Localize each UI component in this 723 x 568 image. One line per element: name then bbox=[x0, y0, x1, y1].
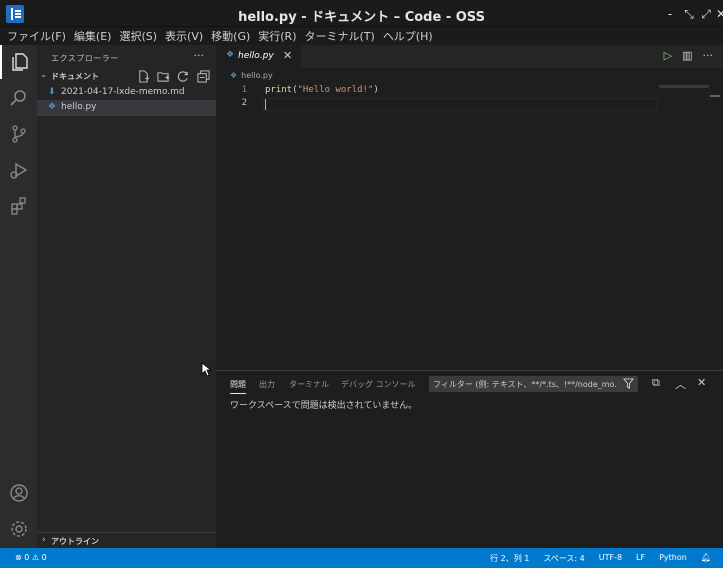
chevron-down-icon: › bbox=[37, 74, 48, 78]
menu-view[interactable]: 表示(V) bbox=[165, 28, 203, 44]
more-actions-icon[interactable]: ··· bbox=[703, 49, 714, 62]
file-name: 2021-04-17-lxde-memo.md bbox=[61, 87, 185, 97]
end-of-line[interactable]: LF bbox=[636, 553, 645, 564]
editor-tab-bar: ❖ hello.py ✕ ▷ ▥ ··· bbox=[216, 45, 723, 68]
problems-count[interactable]: ⊗ 0 ⚠ 0 bbox=[15, 553, 47, 562]
extensions-icon[interactable] bbox=[0, 189, 37, 223]
collapse-all-icon[interactable] bbox=[197, 70, 210, 86]
collapse-panel-icon[interactable]: ⧉ bbox=[652, 376, 660, 390]
close-panel-icon[interactable]: ✕ bbox=[697, 376, 706, 389]
outline-section[interactable]: › アウトライン bbox=[37, 532, 216, 548]
python-icon: ❖ bbox=[48, 102, 57, 112]
new-file-icon[interactable] bbox=[137, 70, 150, 86]
search-icon[interactable] bbox=[0, 81, 37, 115]
window-title: hello.py - ドキュメント – Code - OSS bbox=[238, 10, 485, 25]
sidebar-title: エクスプローラー bbox=[51, 54, 119, 63]
breadcrumb-label: hello.py bbox=[241, 71, 273, 80]
tab-debug-console[interactable]: デバッグ コンソール bbox=[341, 379, 416, 390]
cursor-position[interactable]: 行 2、列 1 bbox=[490, 553, 529, 564]
folder-header[interactable]: › ドキュメント bbox=[37, 69, 216, 85]
python-icon: ❖ bbox=[230, 71, 238, 80]
close-window-button[interactable]: ✕ bbox=[716, 7, 723, 21]
tab-problems[interactable]: 問題 bbox=[230, 379, 246, 394]
mouse-pointer-icon bbox=[201, 362, 213, 380]
file-item-hello-py[interactable]: ❖ hello.py bbox=[37, 100, 216, 116]
activity-bar bbox=[0, 45, 37, 548]
code-line-current: 2 bbox=[216, 98, 723, 111]
code-text: print("Hello world!") bbox=[265, 85, 379, 95]
code-editor[interactable]: 1 print("Hello world!") 2 bbox=[216, 85, 723, 111]
filter-placeholder: フィルター (例: テキスト、**/*.ts、!**/node_mo... bbox=[433, 380, 618, 389]
file-name: hello.py bbox=[61, 102, 97, 112]
menu-run[interactable]: 実行(R) bbox=[258, 28, 296, 44]
tab-output[interactable]: 出力 bbox=[259, 379, 275, 390]
account-icon[interactable] bbox=[0, 476, 37, 510]
refresh-icon[interactable] bbox=[177, 70, 190, 86]
menu-help[interactable]: ヘルプ(H) bbox=[383, 28, 433, 44]
menu-file[interactable]: ファイル(F) bbox=[7, 28, 66, 44]
run-icon[interactable]: ▷ bbox=[664, 49, 672, 62]
menu-terminal[interactable]: ターミナル(T) bbox=[305, 28, 375, 44]
line-number: 2 bbox=[241, 98, 247, 108]
folder-name: ドキュメント bbox=[51, 72, 99, 81]
bottom-panel: 問題 出力 ターミナル デバッグ コンソール フィルター (例: テキスト、**… bbox=[216, 370, 723, 548]
notifications-bell-icon[interactable]: 🔔︎ bbox=[701, 553, 711, 564]
line-number: 1 bbox=[241, 85, 247, 95]
tab-label: hello.py bbox=[238, 51, 274, 61]
settings-gear-icon[interactable] bbox=[0, 512, 37, 546]
source-control-icon[interactable] bbox=[0, 117, 37, 151]
maximize-button[interactable]: ⤢ bbox=[699, 7, 713, 22]
outline-title: アウトライン bbox=[51, 537, 99, 546]
editor-tab-hello-py[interactable]: ❖ hello.py ✕ bbox=[216, 45, 301, 68]
explorer-sidebar: エクスプローラー ··· › ドキュメント ⬇ 2021-04-17-lxde-… bbox=[37, 45, 216, 548]
indentation[interactable]: スペース: 4 bbox=[543, 553, 584, 564]
markdown-icon: ⬇ bbox=[48, 87, 56, 97]
chevron-right-icon: › bbox=[42, 535, 46, 545]
menu-go[interactable]: 移動(G) bbox=[211, 28, 250, 44]
problems-filter-input[interactable]: フィルター (例: テキスト、**/*.ts、!**/node_mo... bbox=[429, 376, 638, 392]
language-mode[interactable]: Python bbox=[659, 553, 687, 564]
menu-edit[interactable]: 編集(E) bbox=[74, 28, 112, 44]
problems-message: ワークスペースで問題は検出されていません。 bbox=[230, 401, 418, 411]
encoding[interactable]: UTF-8 bbox=[599, 553, 622, 564]
maximize-panel-icon[interactable]: ︿ bbox=[675, 376, 686, 392]
split-editor-icon[interactable]: ▥ bbox=[682, 49, 692, 62]
python-icon: ❖ bbox=[226, 50, 235, 60]
explorer-icon[interactable] bbox=[0, 45, 37, 79]
file-item-markdown[interactable]: ⬇ 2021-04-17-lxde-memo.md bbox=[37, 85, 216, 101]
breadcrumb[interactable]: ❖ hello.py bbox=[230, 71, 273, 80]
filter-icon[interactable] bbox=[622, 378, 635, 392]
code-line: 1 print("Hello world!") bbox=[216, 85, 723, 98]
restore-button[interactable]: ⤡ bbox=[682, 7, 696, 22]
current-line-highlight bbox=[262, 98, 658, 111]
text-cursor bbox=[265, 99, 266, 110]
title-bar: hello.py - ドキュメント – Code - OSS ‐ ⤡ ⤢ ✕ bbox=[0, 0, 723, 27]
minimize-button[interactable]: ‐ bbox=[663, 7, 677, 21]
sidebar-more-button[interactable]: ··· bbox=[194, 49, 205, 62]
tab-terminal[interactable]: ターミナル bbox=[289, 379, 329, 390]
menu-bar: ファイル(F) 編集(E) 選択(S) 表示(V) 移動(G) 実行(R) ター… bbox=[0, 27, 723, 45]
editor-area: ❖ hello.py ✕ ▷ ▥ ··· ❖ hello.py 1 print("… bbox=[216, 45, 723, 370]
close-tab-icon[interactable]: ✕ bbox=[283, 49, 292, 62]
menu-selection[interactable]: 選択(S) bbox=[119, 28, 157, 44]
run-debug-icon[interactable] bbox=[0, 153, 37, 187]
new-folder-icon[interactable] bbox=[157, 70, 170, 86]
status-bar: ⊗ 0 ⚠ 0 行 2、列 1 スペース: 4 UTF-8 LF Python … bbox=[0, 548, 723, 568]
